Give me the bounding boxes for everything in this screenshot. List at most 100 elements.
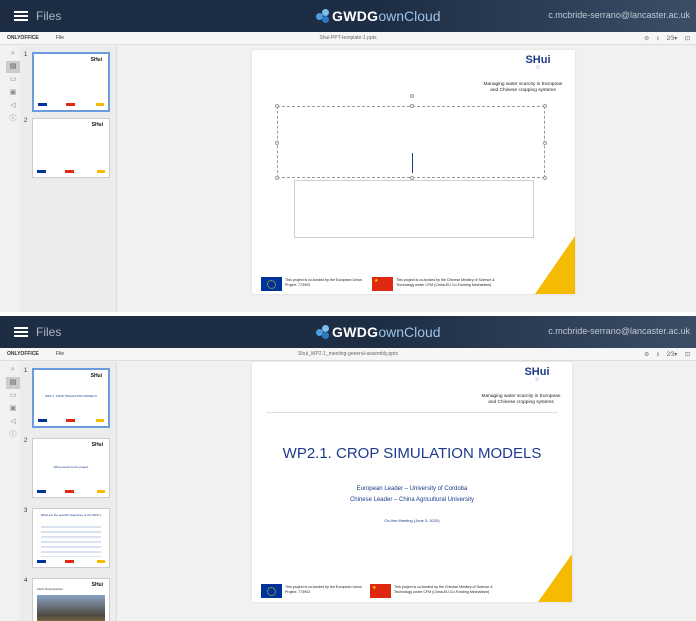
user-email[interactable]: c.mcbride-serrano@lancaster.ac.uk — [548, 326, 690, 336]
eu-flag — [261, 584, 282, 598]
files-link[interactable]: Files — [36, 325, 61, 339]
thumb-title: Field: Reproduction — [37, 587, 64, 591]
resize-handle[interactable] — [410, 104, 414, 108]
slide-thumbnail[interactable]: SHui What would be the project — [32, 438, 110, 498]
resize-handle[interactable] — [543, 176, 547, 180]
china-flag — [372, 277, 393, 291]
slide-canvas[interactable]: SHui ⛆ Managing water scarcity in Europe… — [252, 50, 575, 294]
files-link[interactable]: Files — [36, 9, 61, 23]
divider — [266, 412, 558, 413]
text-cursor — [412, 153, 413, 173]
slides-icon[interactable]: ▤ — [6, 377, 20, 389]
subtitle-placeholder[interactable] — [294, 180, 534, 238]
resize-handle[interactable] — [275, 141, 279, 145]
thumb-footer — [38, 103, 104, 106]
eu-flag — [261, 277, 282, 291]
slide-thumbnail[interactable]: SHui — [32, 118, 110, 178]
thumb-logo: SHui — [91, 442, 103, 448]
tagline: Managing water scarcity in European and … — [483, 82, 563, 93]
thumb-title: What would be the project — [53, 465, 89, 469]
chat-icon[interactable]: ▣ — [6, 87, 20, 99]
comments-icon[interactable]: ▭ — [6, 390, 20, 402]
info-icon[interactable]: ⓘ — [6, 113, 20, 125]
editor-menubar: ONLYOFFICE File Shui_WP2.1_meeting-gener… — [0, 348, 696, 361]
logo-text-2: ownCloud — [378, 324, 441, 340]
search-icon[interactable]: ⌕ — [6, 48, 20, 60]
thumb-logo: SHui — [90, 373, 102, 379]
owncloud-window-bottom: Files GWDG ownCloud c.mcbride-serrano@lan… — [0, 312, 696, 621]
thumb-footer — [37, 170, 105, 173]
rotate-handle[interactable] — [410, 94, 414, 98]
slide-thumbnails: 1 SHui WP2.1. CROP SIMULATION MODELS 2 S… — [20, 362, 117, 621]
leader-eu[interactable]: European Leader – University of Cordoba — [252, 486, 572, 492]
leader-cn[interactable]: Chinese Leader – China Agricultural Univ… — [252, 497, 572, 503]
thumb-logo: SHui — [90, 57, 102, 63]
thumb-photo — [37, 595, 105, 621]
thumb-number: 1 — [24, 52, 28, 58]
thumb-content — [41, 523, 101, 557]
gwdg-logo[interactable]: GWDG ownCloud — [316, 7, 441, 25]
resize-handle[interactable] — [275, 104, 279, 108]
footer-cn-text: This project is co-funded by the Chinese… — [394, 585, 493, 594]
thumb-number: 2 — [24, 438, 28, 444]
left-toolbar: ⌕ ▤ ▭ ▣ ◁ ⓘ — [6, 48, 20, 126]
slide-thumbnail[interactable]: SHui — [32, 52, 110, 112]
gwdg-logo[interactable]: GWDG ownCloud — [316, 323, 441, 341]
tagline: Managing water scarcity in European and … — [481, 394, 561, 405]
speaker-icon[interactable]: ◁ — [6, 100, 20, 112]
slide-title[interactable]: WP2.1. CROP SIMULATION MODELS — [252, 445, 572, 462]
shui-logo: SHui ⛆ — [515, 366, 559, 383]
thumb-footer — [37, 560, 105, 563]
thumb-title: What are the specific objectives of the … — [40, 513, 102, 517]
thumb-logo: SHui — [91, 122, 103, 128]
water-drop-icon: ⛆ — [535, 65, 540, 71]
left-toolbar: ⌕ ▤ ▭ ▣ ◁ ⓘ — [6, 364, 20, 442]
info-icon[interactable]: ⓘ — [6, 429, 20, 441]
yellow-corner-decoration — [538, 554, 572, 602]
logo-text: GWDG — [332, 8, 379, 24]
user-email[interactable]: c.mcbride-serrano@lancaster.ac.uk — [548, 10, 690, 20]
china-flag — [370, 584, 391, 598]
thumb-number: 4 — [24, 578, 28, 584]
slide-thumbnail[interactable]: SHui WP2.1. CROP SIMULATION MODELS — [32, 368, 110, 428]
slide-thumbnails: 1 SHui 2 SHui — [20, 46, 117, 312]
footer-eu-text: This project is co-funded by the Europea… — [285, 585, 362, 594]
toolbar-controls[interactable]: ⊜ ⭳ 2⁄3▾ ⊡ — [644, 34, 690, 44]
thumb-footer — [37, 490, 105, 493]
resize-handle[interactable] — [275, 176, 279, 180]
meeting-date[interactable]: On-line Meeting (June 3, 2020) — [252, 518, 572, 523]
app-header: Files GWDG ownCloud c.mcbride-serrano@lan… — [0, 0, 696, 32]
resize-handle[interactable] — [543, 104, 547, 108]
speaker-icon[interactable]: ◁ — [6, 416, 20, 428]
app-header: Files GWDG ownCloud c.mcbride-serrano@lan… — [0, 316, 696, 348]
owncloud-window-top: Files GWDG ownCloud c.mcbride-serrano@lan… — [0, 0, 696, 312]
yellow-corner-decoration — [535, 236, 575, 294]
gwdg-logo-icon — [316, 9, 330, 23]
search-icon[interactable]: ⌕ — [6, 364, 20, 376]
resize-handle[interactable] — [543, 141, 547, 145]
chat-icon[interactable]: ▣ — [6, 403, 20, 415]
comments-icon[interactable]: ▭ — [6, 74, 20, 86]
slide-canvas[interactable]: SHui ⛆ Managing water scarcity in Europe… — [252, 362, 572, 602]
toolbar-controls[interactable]: ⊜ ⭳ 2⁄3▾ ⊡ — [644, 350, 690, 360]
footer-eu-text: This project is co-funded by the Europea… — [285, 278, 362, 287]
slide-thumbnail[interactable]: What are the specific objectives of the … — [32, 508, 110, 568]
title-placeholder[interactable] — [275, 94, 547, 180]
logo-text: GWDG — [332, 324, 379, 340]
thumb-number: 3 — [24, 508, 28, 514]
slides-icon[interactable]: ▤ — [6, 61, 20, 73]
gwdg-logo-icon — [316, 325, 330, 339]
editor-menubar: ONLYOFFICE File Shui-PPT-template-1.pptx… — [0, 32, 696, 45]
slide-thumbnail[interactable]: SHui Field: Reproduction — [32, 578, 110, 621]
shui-logo: SHui ⛆ — [516, 54, 560, 71]
thumb-footer — [38, 419, 104, 422]
thumb-number: 1 — [24, 368, 28, 374]
logo-text-2: ownCloud — [378, 8, 441, 24]
footer-cn-text: This project is co-funded by the Chinese… — [396, 278, 495, 287]
thumb-title: WP2.1. CROP SIMULATION MODELS — [45, 394, 97, 398]
document-title: Shui-PPT-template-1.pptx — [319, 35, 377, 41]
thumb-number: 2 — [24, 118, 28, 124]
water-drop-icon: ⛆ — [534, 377, 539, 383]
menu-icon[interactable] — [14, 327, 28, 337]
menu-icon[interactable] — [14, 11, 28, 21]
